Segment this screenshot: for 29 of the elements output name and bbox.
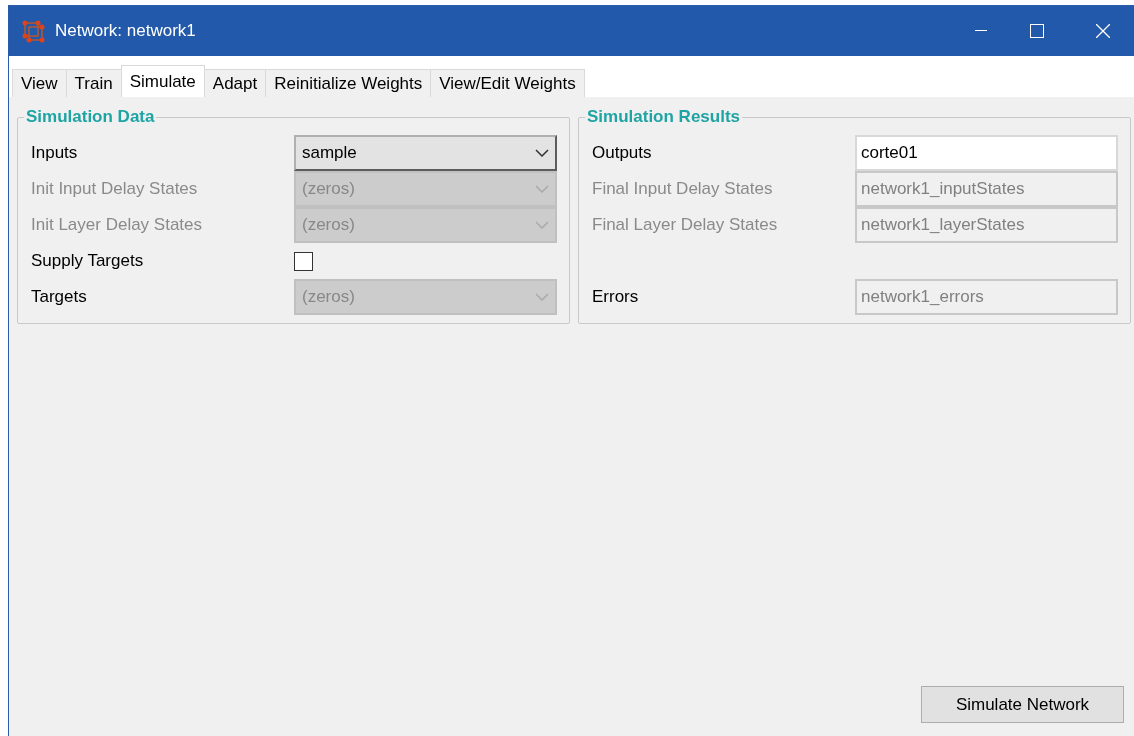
group-title: Simulation Results (586, 107, 742, 127)
checkbox[interactable] (294, 251, 313, 271)
field-label: Final Input Delay States (592, 178, 774, 200)
app-icon (21, 19, 45, 43)
tab[interactable]: Reinitialize Weights (265, 69, 432, 97)
chevron-down-icon (535, 149, 549, 157)
group-title: Simulation Data (25, 107, 156, 127)
field-label: Supply Targets (31, 250, 145, 272)
field-label: Init Input Delay States (31, 178, 199, 200)
field-label: Errors (592, 286, 640, 308)
maximize-icon (1030, 24, 1044, 38)
input-field[interactable]: corte01 (855, 135, 1118, 171)
chevron-down-icon (535, 221, 549, 229)
field-label: Final Layer Delay States (592, 214, 779, 236)
chevron-down-icon (535, 293, 549, 301)
tab[interactable]: Adapt (203, 69, 267, 97)
window-title: Network: network1 (55, 21, 197, 41)
dropdown[interactable]: sample (294, 135, 557, 171)
tab[interactable]: View (12, 69, 67, 97)
minimize-icon (975, 30, 987, 32)
field-label: Inputs (31, 142, 79, 164)
simulate-button[interactable]: Simulate Network (921, 686, 1124, 723)
tab[interactable]: View/Edit Weights (430, 69, 585, 97)
chevron-down-icon (535, 185, 549, 193)
close-icon (1096, 24, 1110, 38)
field-label: Init Layer Delay States (31, 214, 204, 236)
field-label: Targets (31, 286, 88, 308)
field-label: Outputs (592, 142, 653, 164)
tab[interactable]: Train (65, 69, 122, 97)
